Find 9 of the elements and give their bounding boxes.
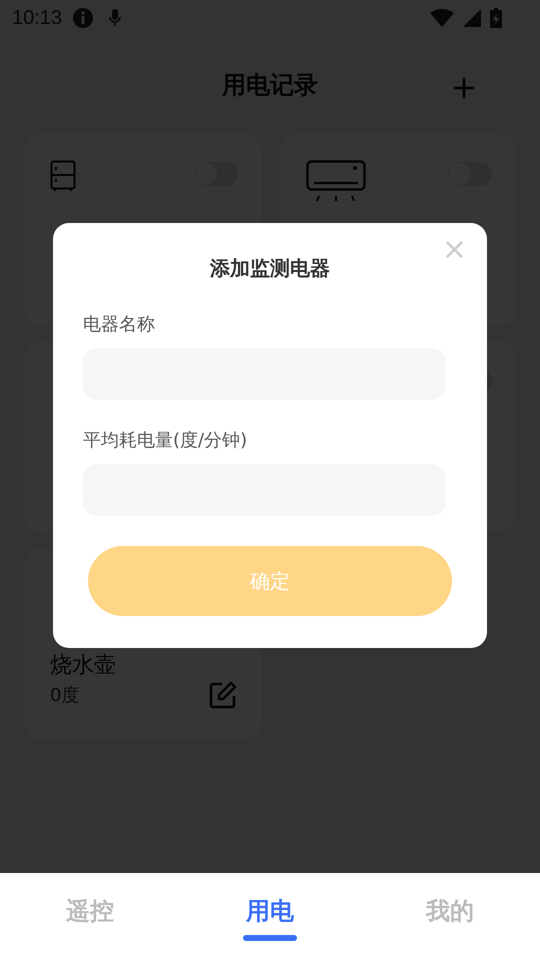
tab[interactable]: 我的 — [426, 895, 474, 927]
confirm-button[interactable]: 确定 — [88, 546, 452, 616]
tab[interactable]: 遥控 — [66, 895, 114, 927]
field-label: 电器名称 — [83, 313, 156, 336]
field-label: 平均耗电量(度/分钟) — [83, 429, 248, 452]
tab-indicator — [243, 935, 297, 941]
dialog-title: 添加监测电器 — [210, 255, 330, 282]
close-button[interactable]: × — [442, 233, 467, 267]
tab[interactable]: 用电 — [246, 895, 294, 927]
